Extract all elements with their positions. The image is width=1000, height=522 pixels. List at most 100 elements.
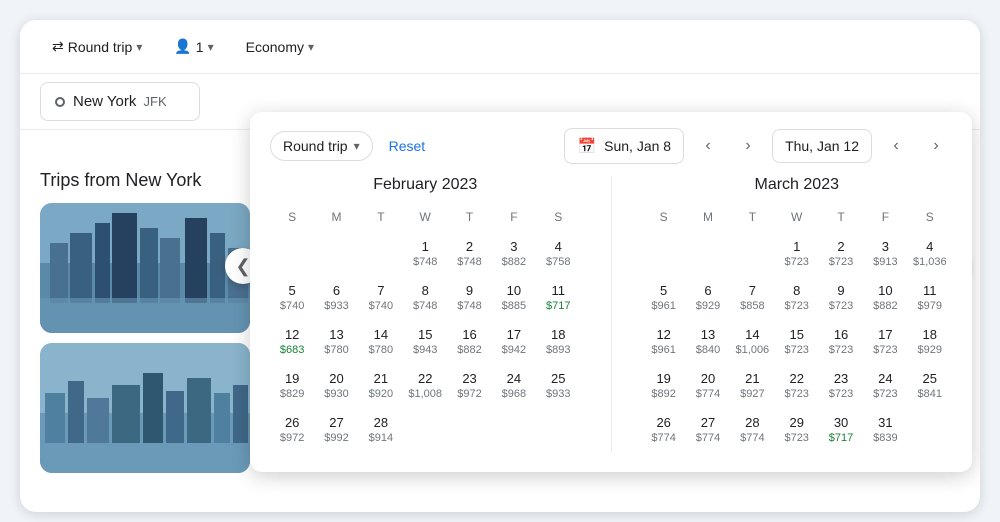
day-header: T	[730, 206, 774, 232]
day-cell[interactable]: 23$972	[447, 367, 491, 405]
day-cell[interactable]: 17$942	[492, 323, 536, 361]
day-cell[interactable]: 20$930	[314, 367, 358, 405]
reset-button[interactable]: Reset	[389, 138, 426, 154]
day-header: S	[908, 206, 952, 232]
end-date-next[interactable]: ›	[920, 130, 952, 162]
day-cell[interactable]: 17$723	[863, 323, 907, 361]
day-cell[interactable]: 3$882	[492, 235, 536, 273]
day-cell[interactable]: 8$723	[775, 279, 819, 317]
day-cell[interactable]: 24$723	[863, 367, 907, 405]
day-price: $972	[457, 388, 481, 401]
day-cell[interactable]: 29$723	[775, 411, 819, 449]
day-cell[interactable]: 25$841	[908, 367, 952, 405]
day-cell[interactable]: 2$748	[447, 235, 491, 273]
day-cell[interactable]: 12$961	[642, 323, 686, 361]
day-cell[interactable]: 8$748	[403, 279, 447, 317]
day-price: $758	[546, 256, 570, 269]
day-number: 18	[551, 327, 565, 344]
day-cell[interactable]: 14$1,006	[730, 323, 774, 361]
day-cell[interactable]: 26$774	[642, 411, 686, 449]
day-cell[interactable]: 11$979	[908, 279, 952, 317]
day-number: 22	[789, 371, 803, 388]
day-cell[interactable]: 3$913	[863, 235, 907, 273]
day-cell[interactable]: 9$748	[447, 279, 491, 317]
day-cell[interactable]: 22$1,008	[403, 367, 447, 405]
day-cell[interactable]: 6$929	[686, 279, 730, 317]
day-cell[interactable]: 31$839	[863, 411, 907, 449]
day-number: 4	[926, 239, 933, 256]
start-date-next[interactable]: ›	[732, 130, 764, 162]
day-cell[interactable]: 5$740	[270, 279, 314, 317]
day-cell[interactable]: 28$774	[730, 411, 774, 449]
day-cell[interactable]: 21$920	[359, 367, 403, 405]
cabin-button[interactable]: Economy ▾	[234, 33, 326, 61]
day-price: $914	[369, 432, 393, 445]
day-cell[interactable]: 18$929	[908, 323, 952, 361]
day-cell[interactable]: 1$748	[403, 235, 447, 273]
day-cell[interactable]: 7$858	[730, 279, 774, 317]
day-cell[interactable]: 4$758	[536, 235, 580, 273]
day-price: $774	[651, 432, 675, 445]
day-cell[interactable]: 21$927	[730, 367, 774, 405]
day-cell[interactable]: 16$723	[819, 323, 863, 361]
day-cell[interactable]: 27$774	[686, 411, 730, 449]
day-price: $992	[324, 432, 348, 445]
day-price: $841	[918, 388, 942, 401]
day-cell[interactable]: 16$882	[447, 323, 491, 361]
day-cell[interactable]: 13$780	[314, 323, 358, 361]
day-cell[interactable]: 24$968	[492, 367, 536, 405]
day-price: $885	[502, 300, 526, 313]
day-cell[interactable]: 19$892	[642, 367, 686, 405]
calendar-2: March 2023SMTWTFS1$7232$7233$9134$1,0365…	[642, 176, 953, 452]
day-cell[interactable]: 7$740	[359, 279, 403, 317]
day-cell[interactable]: 2$723	[819, 235, 863, 273]
day-cell[interactable]: 28$914	[359, 411, 403, 449]
day-cell[interactable]: 15$943	[403, 323, 447, 361]
day-cell[interactable]: 27$992	[314, 411, 358, 449]
day-cell[interactable]: 18$893	[536, 323, 580, 361]
day-number: 24	[878, 371, 892, 388]
start-date-prev[interactable]: ‹	[692, 130, 724, 162]
passengers-button[interactable]: 👤 1 ▾	[162, 32, 225, 61]
day-cell[interactable]: 13$840	[686, 323, 730, 361]
day-number: 15	[418, 327, 432, 344]
day-cell[interactable]: 26$972	[270, 411, 314, 449]
day-cell[interactable]: 20$774	[686, 367, 730, 405]
day-cell[interactable]: 23$723	[819, 367, 863, 405]
round-trip-button[interactable]: ⇄ Round trip ▾	[40, 32, 154, 61]
day-cell[interactable]: 22$723	[775, 367, 819, 405]
day-cell[interactable]: 10$885	[492, 279, 536, 317]
day-cell[interactable]: 9$723	[819, 279, 863, 317]
day-price: $740	[369, 300, 393, 313]
origin-input[interactable]: New York JFK	[40, 82, 200, 121]
trip-card-2[interactable]	[40, 343, 250, 473]
day-cell[interactable]: 1$723	[775, 235, 819, 273]
trip-card-1[interactable]	[40, 203, 250, 333]
end-date-pill[interactable]: Thu, Jan 12	[772, 129, 872, 163]
day-cell[interactable]: 19$829	[270, 367, 314, 405]
day-cell[interactable]: 25$933	[536, 367, 580, 405]
day-number: 7	[749, 283, 756, 300]
day-cell[interactable]: 30$717	[819, 411, 863, 449]
day-cell[interactable]: 15$723	[775, 323, 819, 361]
start-date-pill[interactable]: 📅 Sun, Jan 8	[564, 128, 684, 164]
trip-type-selector[interactable]: Round trip ▾	[270, 131, 373, 161]
day-cell[interactable]: 12$683	[270, 323, 314, 361]
day-number: 11	[552, 283, 566, 300]
day-cell[interactable]: 4$1,036	[908, 235, 952, 273]
day-price: $882	[502, 256, 526, 269]
day-price: $920	[369, 388, 393, 401]
end-next-icon: ›	[933, 137, 938, 155]
day-cell[interactable]: 10$882	[863, 279, 907, 317]
day-price: $723	[829, 256, 853, 269]
day-cell[interactable]: 5$961	[642, 279, 686, 317]
day-price: $943	[413, 344, 437, 357]
day-cell[interactable]: 6$933	[314, 279, 358, 317]
day-number: 24	[507, 371, 521, 388]
day-price: $839	[873, 432, 897, 445]
end-date-prev[interactable]: ‹	[880, 130, 912, 162]
day-header: S	[642, 206, 686, 232]
day-cell[interactable]: 14$780	[359, 323, 403, 361]
day-cell[interactable]: 11$717	[536, 279, 580, 317]
day-number: 21	[374, 371, 388, 388]
